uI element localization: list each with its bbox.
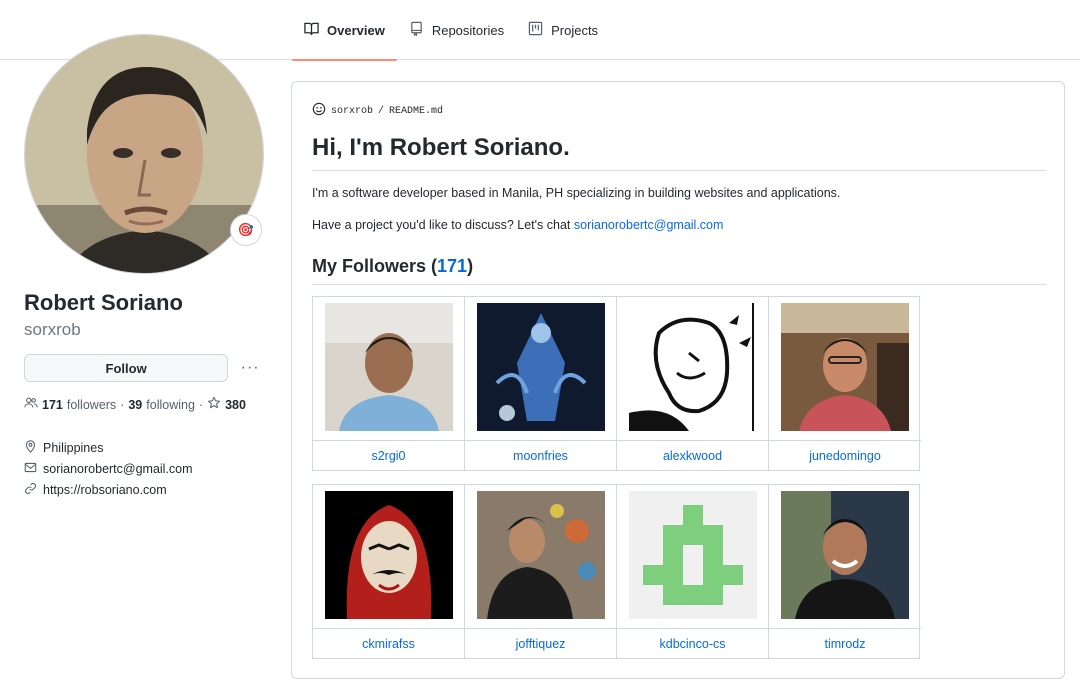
follower-avatar[interactable] [781,303,909,431]
readme-path: sorxrob / README.md [312,102,443,120]
following-label: following [146,397,195,412]
readme-file-link[interactable]: README.md [389,106,443,117]
tab-projects[interactable]: Projects [516,0,610,60]
follower-card[interactable]: ckmirafss [313,485,465,658]
website-item[interactable]: https://robsoriano.com [24,479,264,500]
tab-repositories[interactable]: Repositories [397,0,516,60]
followers-link[interactable]: 171 followers [24,396,116,413]
tab-label: Projects [551,22,599,38]
follower-name[interactable]: ckmirafss [313,628,464,658]
location-icon [24,439,37,456]
chat-prefix: Have a project you'd like to discuss? Le… [312,218,571,232]
follower-avatar[interactable] [477,491,605,619]
followers-label: followers [66,397,117,412]
tab-label: Overview [327,22,385,38]
followers-grid-row: ckmirafss jofftiquez kdbcinco-cs timrodz [312,484,921,659]
follower-name[interactable]: alexkwood [617,440,768,470]
follower-avatar[interactable] [781,491,909,619]
follow-stats: 171 followers · 39 following · 380 [24,396,264,413]
followers-count-link[interactable]: 171 [437,256,467,276]
website-text[interactable]: https://robsoriano.com [43,483,167,497]
dart-target-emoji: 🎯 [237,222,255,237]
followers-grid-row: s2rgi0 moonfries alexkwood junedomingo [312,296,921,471]
tab-label: Repositories [431,22,505,38]
following-link[interactable]: 39 following [128,398,195,412]
follower-name[interactable]: junedomingo [769,440,921,470]
follower-avatar[interactable] [477,303,605,431]
path-separator: / [378,105,385,117]
follower-name[interactable]: moonfries [465,440,616,470]
avatar[interactable] [24,34,264,274]
readme-intro: I'm a software developer based in Manila… [312,186,841,200]
project-icon [528,21,543,39]
profile-sidebar: 🎯 Robert Soriano sorxrob Follow ··· 171 … [24,34,264,500]
following-count: 39 [128,397,143,412]
tab-overview[interactable]: Overview [292,0,397,61]
readme-owner-link[interactable]: sorxrob [331,106,373,117]
stars-count: 380 [225,397,246,412]
follower-card[interactable]: s2rgi0 [313,297,465,470]
profile-username: sorxrob [24,320,81,339]
location-text: Philippines [43,440,104,455]
followers-count: 171 [42,397,63,412]
status-button[interactable]: 🎯 [230,214,262,246]
follower-card[interactable]: timrodz [769,485,921,658]
mail-icon [24,461,37,477]
follower-card[interactable]: jofftiquez [465,485,617,658]
follower-name[interactable]: timrodz [769,628,921,658]
follower-card[interactable]: junedomingo [769,297,921,470]
followers-heading-prefix: My Followers ( [312,256,438,276]
readme-chat-line: Have a project you'd like to discuss? Le… [312,216,723,234]
followers-heading: My Followers (171) [312,254,1046,285]
location-item: Philippines [24,437,264,458]
email-item[interactable]: sorianorobertc@gmail.com [24,458,264,479]
follower-name[interactable]: s2rgi0 [313,440,464,470]
follower-card[interactable]: kdbcinco-cs [617,485,769,658]
follower-avatar[interactable] [629,491,757,619]
separator-dot: · [198,397,204,412]
profile-fullname: Robert Soriano [24,290,183,315]
follower-name[interactable]: jofftiquez [465,628,616,658]
people-icon [24,396,38,413]
more-options-button[interactable]: ··· [236,354,264,382]
chat-email-link[interactable]: sorianorobertc@gmail.com [574,218,724,232]
followers-heading-suffix: ) [467,256,474,276]
profile-details: Philippines sorianorobertc@gmail.com htt… [24,437,264,500]
follower-avatar[interactable] [325,491,453,619]
follow-row: Follow ··· [24,354,264,382]
link-icon [24,482,37,498]
star-icon [207,396,221,413]
repo-icon [409,21,424,39]
smiley-icon [312,102,326,120]
follower-card[interactable]: moonfries [465,297,617,470]
follower-card[interactable]: alexkwood [617,297,769,470]
follower-avatar[interactable] [325,303,453,431]
separator-dot: · [120,397,125,412]
follower-name[interactable]: kdbcinco-cs [617,628,768,658]
tab-bar: Overview Repositories Projects [292,0,610,61]
stars-link[interactable]: 380 [207,396,246,413]
email-text[interactable]: sorianorobertc@gmail.com [43,462,193,476]
readme-card: sorxrob / README.md Hi, I'm Robert Soria… [291,81,1065,679]
readme-heading: Hi, I'm Robert Soriano. [312,132,1046,171]
follow-button[interactable]: Follow [24,354,229,382]
follower-avatar[interactable] [629,303,757,431]
avatar-container: 🎯 [24,34,264,274]
book-icon [304,21,319,39]
